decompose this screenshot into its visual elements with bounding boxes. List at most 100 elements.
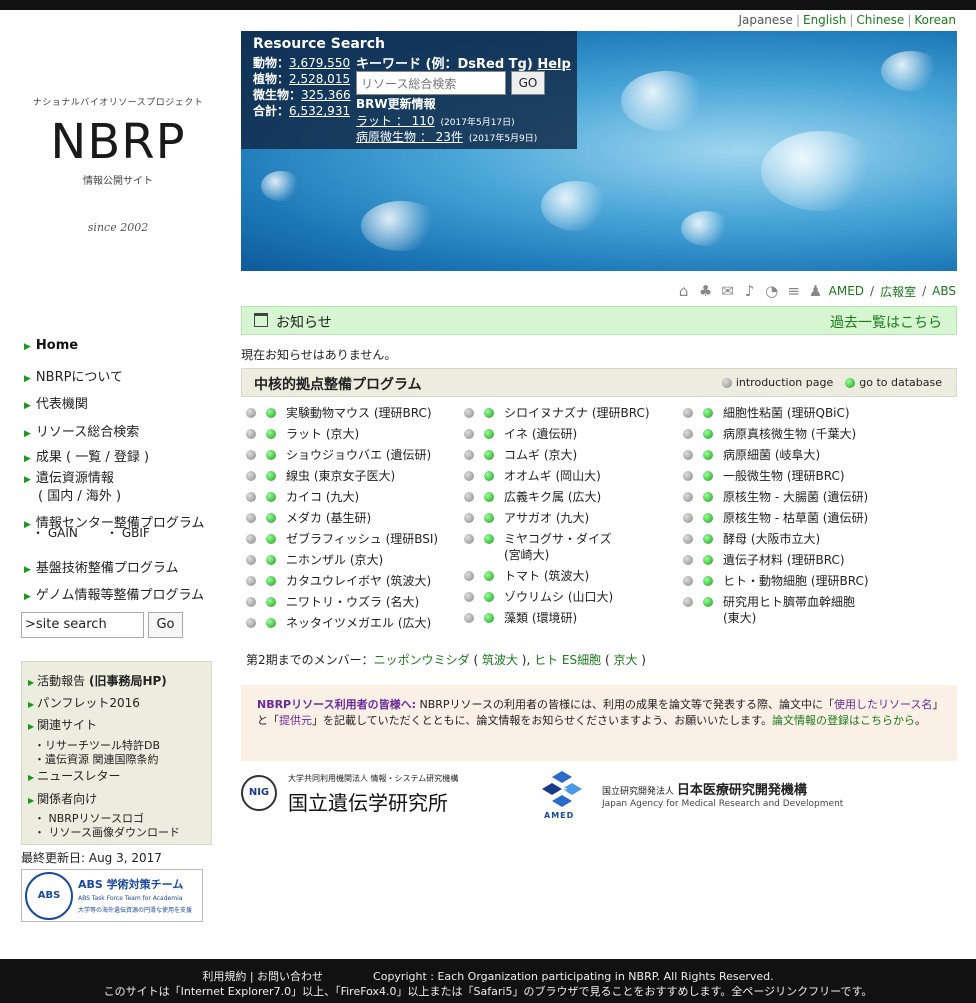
database-dot-icon[interactable] — [484, 408, 494, 418]
intro-dot-icon[interactable] — [464, 429, 474, 439]
intro-dot-icon[interactable] — [246, 450, 256, 460]
program-item-label[interactable]: イネ (遺伝研) — [504, 426, 577, 442]
database-dot-icon[interactable] — [266, 618, 276, 628]
database-dot-icon[interactable] — [703, 555, 713, 565]
database-dot-icon[interactable] — [484, 471, 494, 481]
program-item-label[interactable]: 原核生物 - 大腸菌 (遺伝研) — [723, 489, 868, 505]
database-dot-icon[interactable] — [266, 450, 276, 460]
database-dot-icon[interactable] — [703, 576, 713, 586]
footer-links[interactable]: 利用規約 | お問い合わせ — [202, 970, 323, 983]
intro-dot-icon[interactable] — [246, 555, 256, 565]
program-item-label[interactable]: 病原細菌 (岐阜大) — [723, 447, 820, 463]
database-dot-icon[interactable] — [266, 597, 276, 607]
program-item-label[interactable]: 線虫 (東京女子医大) — [286, 468, 395, 484]
database-dot-icon[interactable] — [484, 534, 494, 544]
brw-pathogen-link[interactable]: 病原微生物 ： 23件 — [356, 130, 463, 144]
program-item-label[interactable]: シロイヌナズナ (理研BRC) — [504, 405, 650, 421]
intro-dot-icon[interactable] — [464, 471, 474, 481]
pr-office-link[interactable]: 広報室 — [880, 283, 916, 300]
stat-animals[interactable]: 3,679,550 — [289, 56, 350, 70]
brw-rat-link[interactable]: ラット ： 110 — [356, 114, 435, 128]
intro-dot-icon[interactable] — [683, 492, 693, 502]
program-item-label[interactable]: ニワトリ・ウズラ (名大) — [286, 594, 419, 610]
program-item-label[interactable]: ゾウリムシ (山口大) — [504, 589, 613, 605]
help-link[interactable]: Help — [537, 57, 570, 72]
program-item-label[interactable]: ゼブラフィッシュ (理研BSI) — [286, 531, 438, 547]
intro-dot-icon[interactable] — [464, 513, 474, 523]
program-item-label[interactable]: カイコ (九大) — [286, 489, 359, 505]
nav-resource-search[interactable]: ▶ リソース総合検索 — [24, 421, 139, 440]
nav-gbif[interactable]: ・ GBIF — [106, 524, 150, 541]
database-dot-icon[interactable] — [484, 450, 494, 460]
intro-dot-icon[interactable] — [246, 492, 256, 502]
intro-dot-icon[interactable] — [464, 571, 474, 581]
image-download-link[interactable]: ・ リソース画像ダウンロード — [34, 824, 180, 840]
sitemap-icon[interactable]: ♣ — [697, 282, 715, 300]
resource-search-go-button[interactable]: GO — [511, 71, 545, 95]
amed-link[interactable]: AMED — [829, 284, 864, 298]
intro-dot-icon[interactable] — [246, 576, 256, 586]
intro-dot-icon[interactable] — [464, 492, 474, 502]
intro-dot-icon[interactable] — [246, 513, 256, 523]
intro-dot-icon[interactable] — [246, 429, 256, 439]
intro-dot-icon[interactable] — [683, 534, 693, 544]
database-dot-icon[interactable] — [484, 429, 494, 439]
database-dot-icon[interactable] — [266, 555, 276, 565]
site-search-go-button[interactable]: Go — [148, 612, 183, 638]
nbrp-logo[interactable]: ナショナルバイオリソースプロジェクト NBRP 情報公開サイト since 20… — [28, 95, 208, 234]
program-item-label[interactable]: 原核生物 - 枯草菌 (遺伝研) — [723, 510, 868, 526]
rss-icon[interactable]: ◔ — [763, 282, 781, 300]
program-item-label[interactable]: オオムギ (岡山大) — [504, 468, 601, 484]
program-item-label[interactable]: 研究用ヒト臍帯血幹細胞 (東大) — [723, 594, 855, 626]
database-dot-icon[interactable] — [266, 408, 276, 418]
site-search-input[interactable]: >site search — [21, 612, 144, 638]
program-item-label[interactable]: ショウジョウバエ (遺伝研) — [286, 447, 431, 463]
program-item-label[interactable]: トマト (筑波大) — [504, 568, 589, 584]
member-tsukuba-link[interactable]: 筑波大 — [482, 653, 518, 667]
program-item-label[interactable]: 細胞性粘菌 (理研QBiC) — [723, 405, 850, 421]
program-item-label[interactable]: コムギ (京大) — [504, 447, 577, 463]
intro-dot-icon[interactable] — [464, 408, 474, 418]
database-dot-icon[interactable] — [703, 492, 713, 502]
accessibility-icon[interactable]: ≡ — [785, 282, 803, 300]
program-item-label[interactable]: ニホンザル (京大) — [286, 552, 383, 568]
nav-genetic-sub[interactable]: ( 国内 / 海外 ) — [38, 485, 121, 504]
intro-dot-icon[interactable] — [246, 408, 256, 418]
database-dot-icon[interactable] — [484, 571, 494, 581]
member-kyoto-link[interactable]: 京大 — [613, 653, 637, 667]
program-item-label[interactable]: アサガオ (九大) — [504, 510, 589, 526]
treaty-link[interactable]: ・遺伝資源 関連国際条約 — [34, 751, 159, 767]
intro-dot-icon[interactable] — [683, 408, 693, 418]
nav-gain[interactable]: ・ GAIN — [32, 524, 78, 541]
abs-banner[interactable]: ABS ABS 学術対策チーム ABS Task Force Team for … — [21, 869, 203, 922]
program-item-label[interactable]: カタユウレイボヤ (筑波大) — [286, 573, 431, 589]
intro-dot-icon[interactable] — [683, 555, 693, 565]
intro-dot-icon[interactable] — [683, 597, 693, 607]
resource-search-input[interactable]: リソース総合検索 — [356, 71, 506, 95]
intro-dot-icon[interactable] — [683, 513, 693, 523]
stat-microbes[interactable]: 325,366 — [301, 88, 351, 102]
person-icon[interactable]: ♟ — [807, 282, 825, 300]
database-dot-icon[interactable] — [266, 576, 276, 586]
intro-dot-icon[interactable] — [464, 450, 474, 460]
program-item-label[interactable]: ミヤコグサ・ダイズ (宮崎大) — [504, 531, 612, 563]
nav-about[interactable]: ▶ NBRPについて — [24, 366, 123, 385]
nav-home[interactable]: ▶ Home — [24, 338, 78, 353]
stat-total[interactable]: 6,532,931 — [289, 104, 350, 118]
program-item-label[interactable]: ヒト・動物細胞 (理研BRC) — [723, 573, 869, 589]
program-item-label[interactable]: 酵母 (大阪市立大) — [723, 531, 820, 547]
database-dot-icon[interactable] — [703, 408, 713, 418]
database-dot-icon[interactable] — [266, 492, 276, 502]
lang-japanese[interactable]: Japanese — [738, 13, 793, 27]
program-item-label[interactable]: ラット (京大) — [286, 426, 359, 442]
nav-genome[interactable]: ▶ ゲノム情報等整備プログラム — [24, 584, 204, 603]
nav-results[interactable]: ▶ 成果 ( 一覧 / 登録 ) — [24, 446, 149, 465]
nav-tech[interactable]: ▶ 基盤技術整備プログラム — [24, 557, 179, 576]
database-dot-icon[interactable] — [703, 513, 713, 523]
database-dot-icon[interactable] — [703, 450, 713, 460]
database-dot-icon[interactable] — [703, 429, 713, 439]
stat-plants[interactable]: 2,528,015 — [289, 72, 350, 86]
database-dot-icon[interactable] — [484, 492, 494, 502]
nig-logo[interactable]: NIG 大学共同利用機関法人 情報・システム研究機構 国立遺伝学研究所 — [241, 773, 501, 815]
program-item-label[interactable]: 病原真核微生物 (千葉大) — [723, 426, 856, 442]
